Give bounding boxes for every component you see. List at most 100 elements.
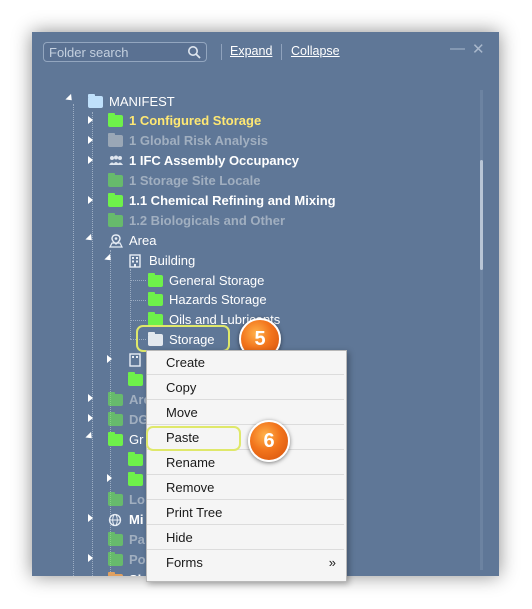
- tree-item-label: Hazards Storage: [169, 291, 267, 307]
- tree-item[interactable]: 1.2 Biologicals and Other: [108, 210, 285, 230]
- tree-item[interactable]: Are: [108, 389, 151, 409]
- tree-connector: [130, 300, 146, 301]
- menu-item-label: Forms: [166, 555, 203, 570]
- tree-item-label: Mi: [129, 511, 144, 527]
- menu-item-forms[interactable]: Forms »: [147, 551, 344, 575]
- folder-green-icon: [108, 112, 123, 127]
- menu-item-move[interactable]: Move: [147, 401, 344, 425]
- collapse-link[interactable]: Collapse: [291, 44, 340, 58]
- expand-toggle[interactable]: [107, 474, 112, 482]
- people-icon: [108, 154, 123, 167]
- tree-item-label: Pa: [129, 531, 145, 547]
- tree-item[interactable]: Gr: [108, 429, 143, 449]
- minimize-icon[interactable]: —: [450, 40, 465, 57]
- folder-green-icon: [128, 471, 143, 486]
- menu-item-hide[interactable]: Hide: [147, 526, 344, 550]
- tree-item-label: 1 Configured Storage: [129, 112, 262, 128]
- tree-root-manifest[interactable]: MANIFEST: [88, 91, 175, 111]
- collapse-toggle[interactable]: [85, 431, 95, 442]
- expand-toggle[interactable]: [88, 414, 93, 422]
- collapse-toggle[interactable]: [65, 93, 75, 104]
- map-pin-icon: [108, 233, 123, 248]
- tree-item[interactable]: Sh: [108, 569, 146, 576]
- tree-item[interactable]: General Storage: [148, 270, 264, 290]
- tree-scrollbar[interactable]: [480, 90, 483, 570]
- tree-item-label: Area: [129, 232, 157, 248]
- folder-green-icon: [128, 371, 143, 386]
- tree-connector: [73, 104, 74, 576]
- folder-green-icon: [108, 212, 123, 227]
- tree-item[interactable]: 1.1 Chemical Refining and Mixing: [108, 190, 336, 210]
- folder-green-icon: [108, 172, 123, 187]
- tree-item[interactable]: Hazards Storage: [148, 289, 267, 309]
- expand-toggle[interactable]: [88, 116, 93, 124]
- folder-blue-icon: [88, 93, 103, 108]
- tree-item-label: MANIFEST: [109, 93, 175, 109]
- search-icon[interactable]: [187, 45, 201, 59]
- folder-green-icon: [108, 551, 123, 566]
- tree-item-label: 1 Storage Site Locale: [129, 172, 261, 188]
- menu-item-print-tree[interactable]: Print Tree: [147, 501, 344, 525]
- tree-connector: [92, 112, 93, 576]
- folder-green-icon: [108, 391, 123, 406]
- toolbar-separator: [221, 44, 222, 60]
- tree-item-label: 1 Global Risk Analysis: [129, 132, 268, 148]
- folder-search-box[interactable]: [43, 42, 207, 62]
- toolbar-separator: [281, 44, 282, 60]
- folder-search-input[interactable]: [49, 44, 179, 60]
- tree-item-label: General Storage: [169, 272, 265, 288]
- storage-highlight: [136, 325, 230, 352]
- expand-link[interactable]: Expand: [230, 44, 272, 58]
- tree-connector: [130, 280, 146, 281]
- building-icon: [128, 352, 143, 367]
- tree-item[interactable]: DG: [108, 409, 149, 429]
- folder-green-icon: [148, 291, 163, 306]
- context-menu: Create Copy Move Paste Rename Remove Pri…: [146, 350, 347, 582]
- close-icon[interactable]: ✕: [472, 40, 485, 58]
- tree-item[interactable]: 1 IFC Assembly Occupancy: [108, 150, 299, 170]
- tree-item[interactable]: Po: [108, 549, 146, 569]
- tree-item-label: 1.1 Chemical Refining and Mixing: [129, 192, 336, 208]
- tree-item[interactable]: 1 Global Risk Analysis: [108, 130, 268, 150]
- tree-item[interactable]: 1 Configured Storage: [108, 110, 261, 130]
- shelf-icon: [108, 571, 123, 576]
- expand-toggle[interactable]: [107, 355, 112, 363]
- tree-item-label: 1 IFC Assembly Occupancy: [129, 152, 300, 168]
- scrollbar-thumb[interactable]: [480, 160, 483, 270]
- globe-icon: [108, 513, 123, 526]
- expand-toggle[interactable]: [88, 156, 93, 164]
- collapse-toggle[interactable]: [85, 233, 95, 244]
- folder-green-icon: [148, 311, 163, 326]
- expand-toggle[interactable]: [88, 554, 93, 562]
- tree-item-label: Po: [129, 551, 146, 567]
- collapse-toggle[interactable]: [104, 253, 114, 264]
- tree-item-label: Building: [149, 252, 196, 268]
- expand-toggle[interactable]: [88, 136, 93, 144]
- tree-item[interactable]: Mi: [108, 509, 143, 529]
- tree-item-label: 1.2 Biologicals and Other: [129, 212, 286, 228]
- tree-item-area[interactable]: Area: [108, 230, 156, 250]
- menu-item-remove[interactable]: Remove: [147, 476, 344, 500]
- folder-green-icon: [108, 491, 123, 506]
- tree-item-building[interactable]: Building: [128, 250, 195, 270]
- menu-item-create[interactable]: Create: [147, 351, 344, 375]
- folder-green-icon: [108, 411, 123, 426]
- step-badge-6: 6: [248, 420, 290, 462]
- tree-item[interactable]: Lo: [108, 489, 145, 509]
- expand-toggle[interactable]: [88, 514, 93, 522]
- folder-green-icon: [148, 272, 163, 287]
- menu-item-copy[interactable]: Copy: [147, 376, 344, 400]
- paste-highlight: [146, 426, 241, 451]
- tree-item[interactable]: 1 Storage Site Locale: [108, 170, 261, 190]
- tree-item-label: Lo: [129, 491, 145, 507]
- expand-toggle[interactable]: [88, 394, 93, 402]
- folder-green-icon: [108, 431, 123, 446]
- menu-item-rename[interactable]: Rename: [147, 451, 344, 475]
- submenu-arrow-icon: »: [328, 555, 336, 570]
- folder-gray-icon: [108, 132, 123, 147]
- tree-item-label: Gr: [129, 431, 144, 447]
- expand-toggle[interactable]: [88, 196, 93, 204]
- tree-item[interactable]: Pa: [108, 529, 145, 549]
- folder-green-icon: [108, 192, 123, 207]
- folder-green-icon: [128, 451, 143, 466]
